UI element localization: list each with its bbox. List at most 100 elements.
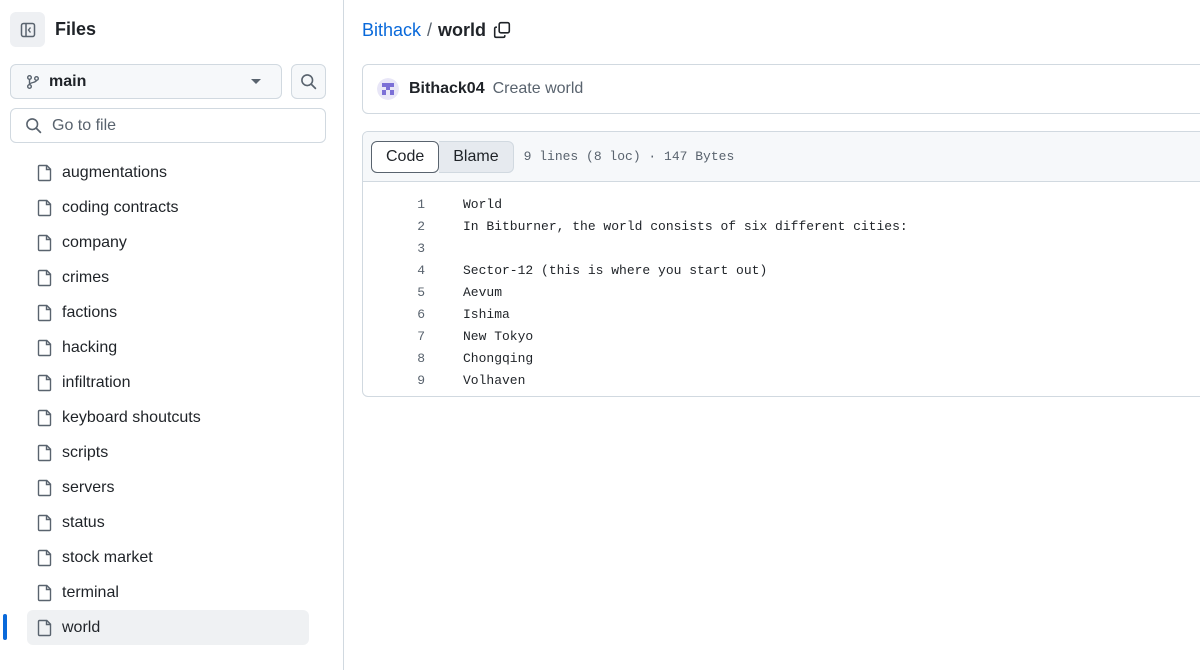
file-icon bbox=[37, 479, 52, 496]
file-tree-item-label: keyboard shoutcuts bbox=[62, 408, 201, 426]
code-line: 3 bbox=[363, 237, 1200, 259]
file-icon bbox=[37, 444, 52, 461]
line-number[interactable]: 1 bbox=[363, 197, 425, 212]
file-icon bbox=[37, 584, 52, 601]
view-mode-toggle: Code Blame bbox=[371, 140, 514, 173]
file-tree-item[interactable]: coding contracts bbox=[27, 190, 309, 225]
go-to-file-field[interactable] bbox=[10, 108, 326, 143]
branch-label: main bbox=[49, 72, 87, 90]
file-icon bbox=[37, 514, 52, 531]
file-icon bbox=[37, 374, 52, 391]
file-icon bbox=[37, 199, 52, 216]
line-number[interactable]: 9 bbox=[363, 373, 425, 388]
file-tree-item-label: status bbox=[62, 513, 105, 531]
code-line: 6 Ishima bbox=[363, 303, 1200, 325]
code-line: 7 New Tokyo bbox=[363, 325, 1200, 347]
branch-select[interactable]: main bbox=[10, 64, 282, 99]
file-tree-item-label: hacking bbox=[62, 338, 118, 356]
file-tree-item-label: company bbox=[62, 233, 127, 251]
file-tree-item[interactable]: crimes bbox=[27, 260, 309, 295]
line-number[interactable]: 6 bbox=[363, 307, 425, 322]
search-icon bbox=[26, 118, 42, 134]
line-content: World bbox=[463, 196, 503, 212]
file-tree-item-label: infiltration bbox=[62, 373, 131, 391]
search-icon bbox=[301, 74, 317, 90]
copy-path-button[interactable] bbox=[493, 21, 511, 39]
selected-indicator bbox=[3, 614, 7, 640]
file-tree-item-label: factions bbox=[62, 303, 118, 321]
file-viewer: Code Blame 9 lines (8 loc) · 147 Bytes 1… bbox=[362, 131, 1200, 397]
code-line: 8 Chongqing bbox=[363, 347, 1200, 369]
file-tree-item-label: coding contracts bbox=[62, 198, 179, 216]
line-number[interactable]: 4 bbox=[363, 263, 425, 278]
file-header: Code Blame 9 lines (8 loc) · 147 Bytes bbox=[363, 132, 1200, 182]
file-tree-item[interactable]: servers bbox=[27, 470, 309, 505]
file-tree-item-label: terminal bbox=[62, 583, 119, 601]
file-tree-item[interactable]: stock market bbox=[27, 540, 309, 575]
breadcrumb: Bithack / world bbox=[362, 18, 511, 42]
avatar-icon bbox=[377, 78, 399, 100]
app: Files main aug bbox=[0, 0, 1200, 670]
line-content: New Tokyo bbox=[463, 328, 534, 344]
code-view[interactable]: 1 World 2 In Bitburner, the world consists … bbox=[363, 182, 1200, 391]
line-content: Sector-12 (this is where you start out) bbox=[463, 262, 768, 278]
line-content: Volhaven bbox=[463, 372, 526, 388]
file-tree-item[interactable]: keyboard shoutcuts bbox=[27, 400, 309, 435]
file-tree-item[interactable]: infiltration bbox=[27, 365, 309, 400]
line-content: In Bitburner, the world consists of six … bbox=[463, 218, 908, 234]
sidebar-header: Files bbox=[10, 12, 96, 47]
file-icon bbox=[37, 549, 52, 566]
file-tree: augmentations coding contracts company crim… bbox=[0, 155, 344, 645]
collapse-sidebar-button[interactable] bbox=[10, 12, 45, 47]
commit-author-link[interactable]: Bithack04 bbox=[409, 80, 485, 98]
line-number[interactable]: 7 bbox=[363, 329, 425, 344]
search-button[interactable] bbox=[291, 64, 326, 99]
line-number[interactable]: 3 bbox=[363, 241, 425, 256]
file-tree-item[interactable]: terminal bbox=[27, 575, 309, 610]
sidebar-title: Files bbox=[55, 19, 97, 39]
latest-commit-box: Bithack04 Create world bbox=[362, 64, 1200, 114]
file-tree-item[interactable]: status bbox=[27, 505, 309, 540]
tab-blame[interactable]: Blame bbox=[439, 140, 514, 173]
file-tree-sidebar: Files main aug bbox=[0, 0, 344, 670]
copy-icon bbox=[493, 21, 511, 39]
breadcrumb-separator: / bbox=[427, 19, 433, 40]
file-tree-item[interactable]: augmentations bbox=[27, 155, 309, 190]
code-line: 4 Sector-12 (this is where you start out) bbox=[363, 259, 1200, 281]
file-stats: 9 lines (8 loc) · 147 Bytes bbox=[523, 149, 735, 164]
file-tree-item-label: scripts bbox=[62, 443, 109, 461]
line-number[interactable]: 8 bbox=[363, 351, 425, 366]
file-icon bbox=[37, 234, 52, 251]
line-number[interactable]: 2 bbox=[363, 219, 425, 234]
file-tree-item-label: crimes bbox=[62, 268, 110, 286]
file-tree-item-label: stock market bbox=[62, 548, 153, 566]
file-icon bbox=[37, 269, 52, 286]
file-tree-item-label: augmentations bbox=[62, 163, 167, 181]
code-line: 9 Volhaven bbox=[363, 369, 1200, 391]
breadcrumb-file-name: world bbox=[438, 19, 487, 40]
avatar[interactable] bbox=[377, 78, 399, 100]
file-tree-item[interactable]: hacking bbox=[27, 330, 309, 365]
file-icon bbox=[37, 164, 52, 181]
file-icon bbox=[37, 619, 52, 636]
breadcrumb-repo-link[interactable]: Bithack bbox=[362, 20, 421, 41]
file-tree-item-label: world bbox=[62, 618, 101, 636]
code-line: 2 In Bitburner, the world consists of six… bbox=[363, 215, 1200, 237]
line-content: Aevum bbox=[463, 284, 503, 300]
file-tree-item[interactable]: world bbox=[3, 610, 309, 645]
file-icon bbox=[37, 409, 52, 426]
line-number[interactable]: 5 bbox=[363, 285, 425, 300]
sidebar-collapse-icon bbox=[20, 22, 35, 37]
file-tree-item[interactable]: company bbox=[27, 225, 309, 260]
code-line: 5 Aevum bbox=[363, 281, 1200, 303]
commit-message-link[interactable]: Create world bbox=[493, 80, 584, 98]
file-tree-item-label: servers bbox=[62, 478, 115, 496]
file-icon bbox=[37, 304, 52, 321]
tab-code[interactable]: Code bbox=[371, 140, 440, 173]
line-content: Chongqing bbox=[463, 350, 534, 366]
main-content: Bithack / world Bithack04 Create world C… bbox=[344, 0, 1200, 670]
code-line: 1 World bbox=[363, 193, 1200, 215]
file-tree-item[interactable]: factions bbox=[27, 295, 309, 330]
go-to-file-input[interactable] bbox=[52, 116, 302, 135]
file-tree-item[interactable]: scripts bbox=[27, 435, 309, 470]
